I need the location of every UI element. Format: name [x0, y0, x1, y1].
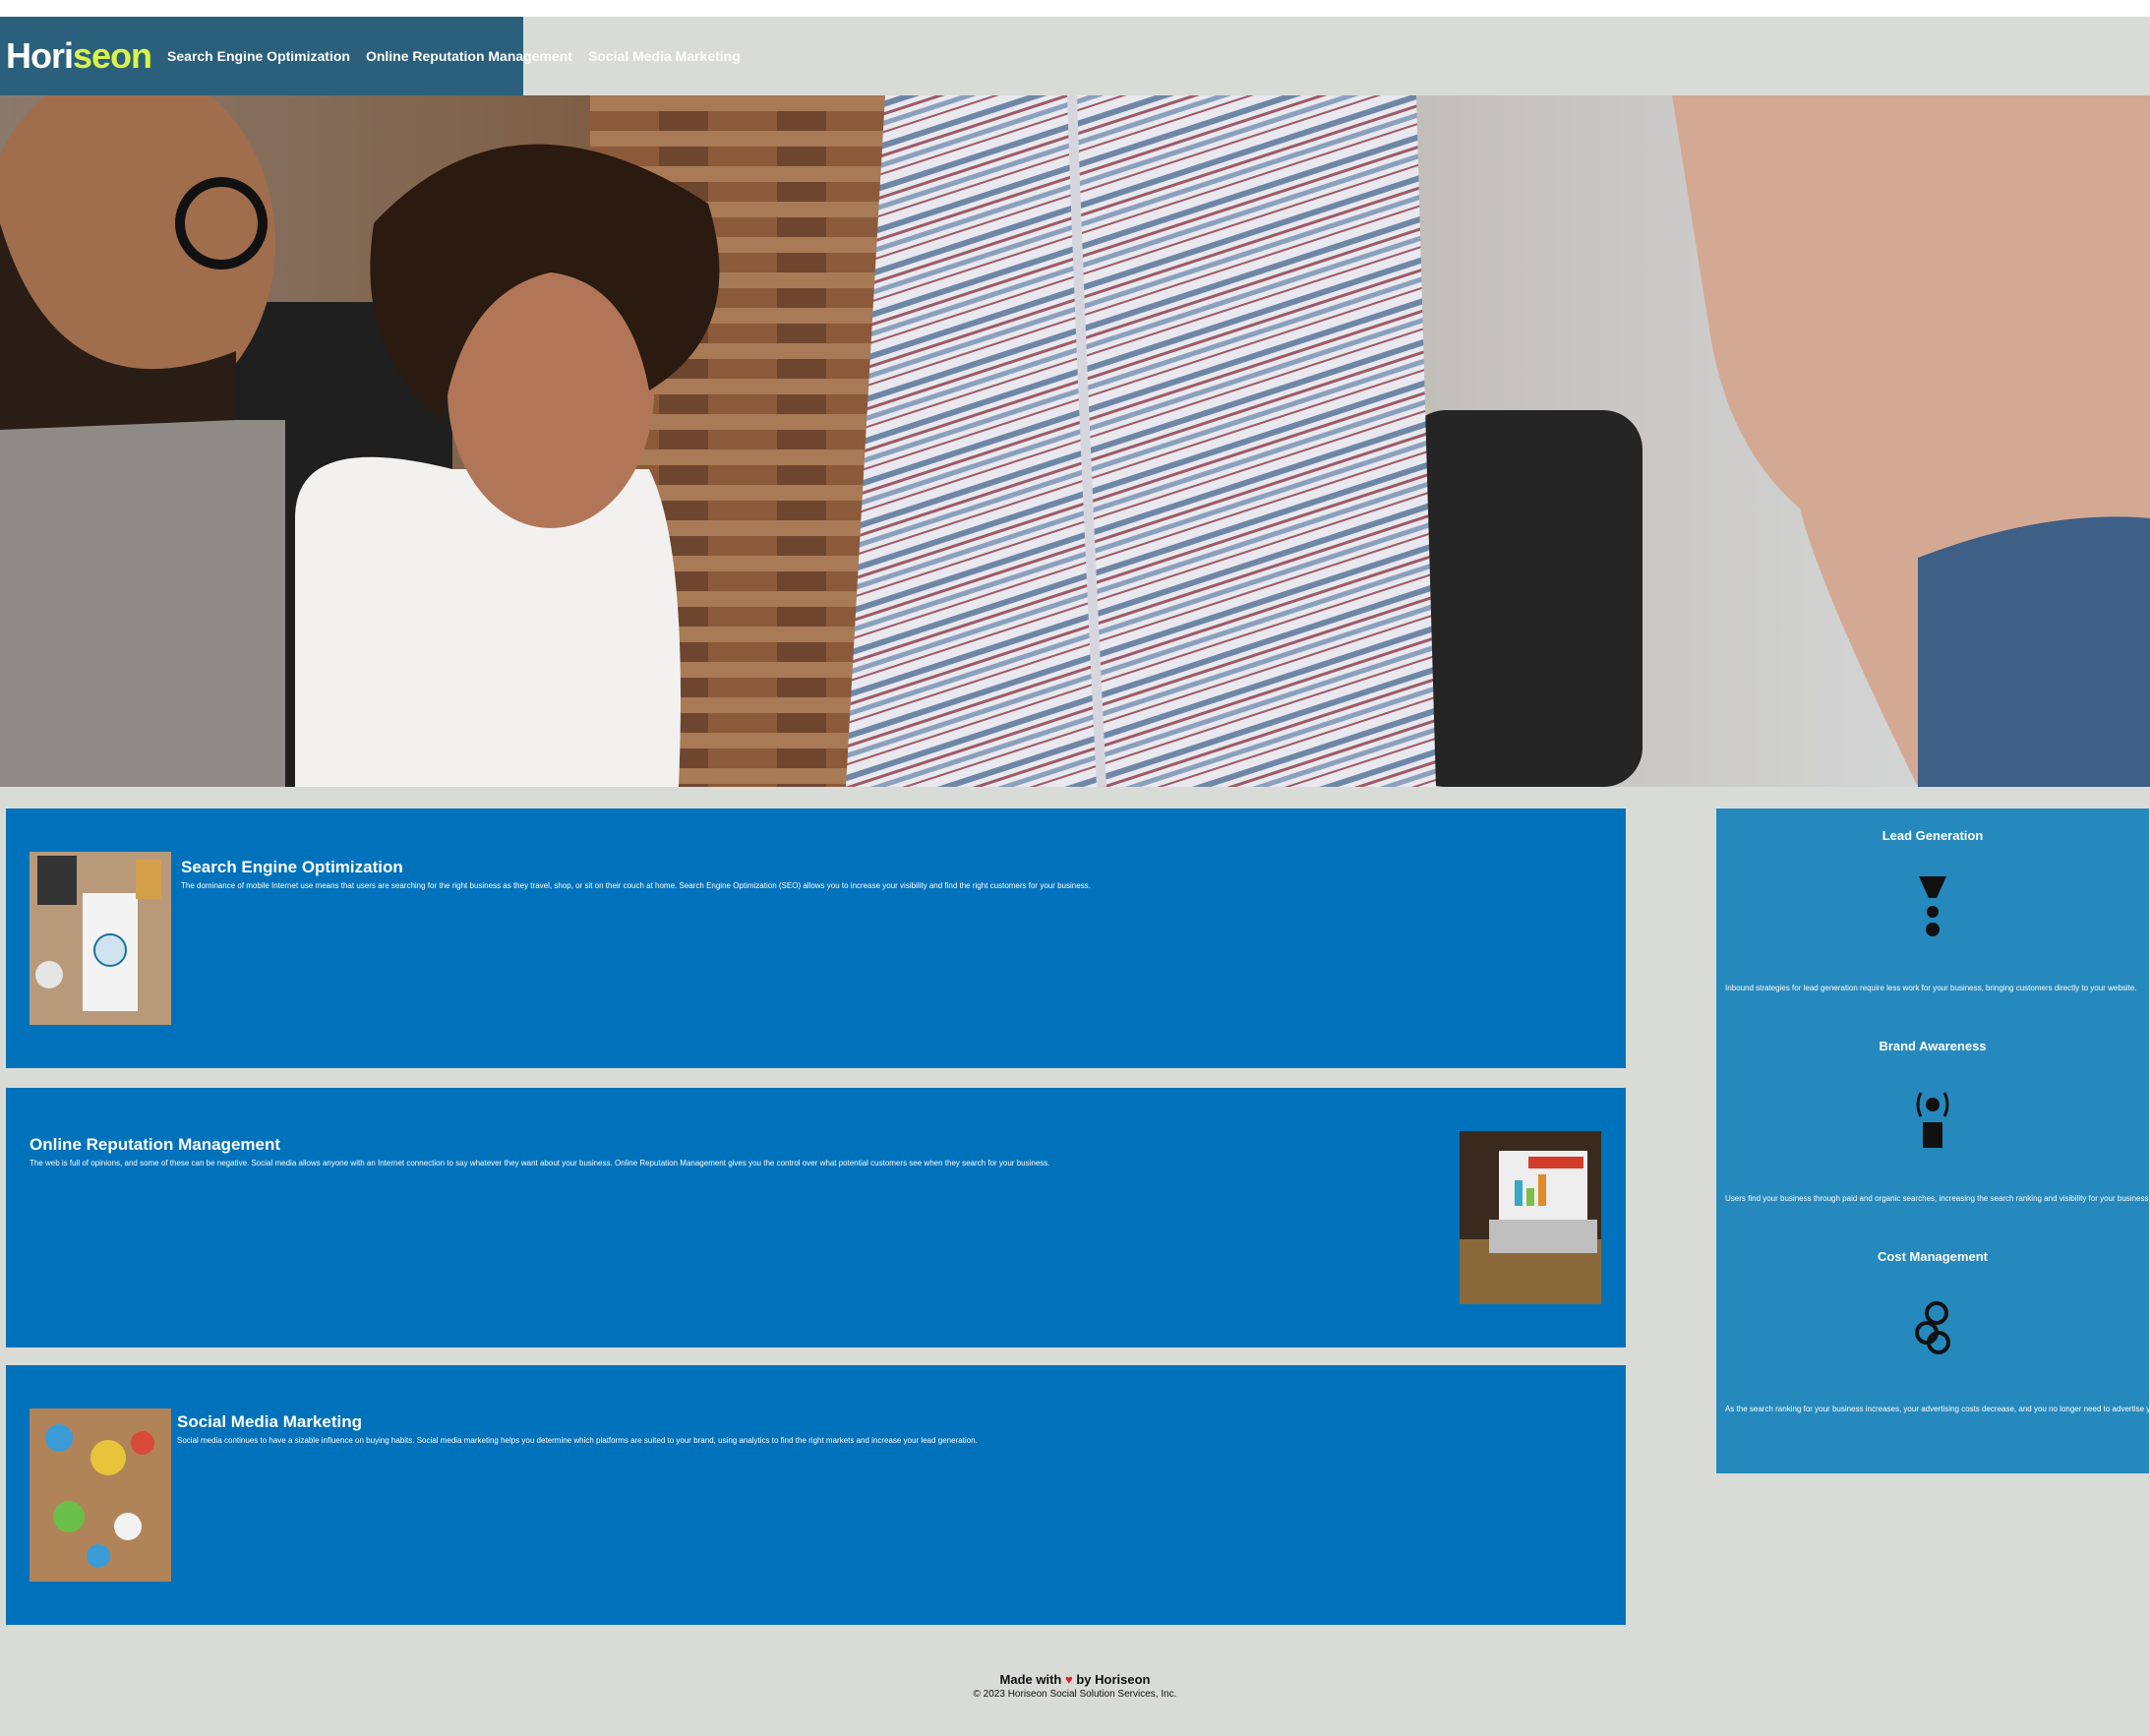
lead-generation-title: Lead Generation — [1881, 828, 1984, 843]
made-with-prefix: Made with — [999, 1672, 1062, 1687]
cost-management-icon — [1915, 1301, 1950, 1354]
seo-card: Search Engine Optimization The dominance… — [6, 808, 1626, 1068]
reputation-image — [1460, 1131, 1601, 1304]
made-with-suffix: by Horiseon — [1076, 1672, 1151, 1687]
benefits-sidebar: Lead Generation Inbound strategies for l… — [1716, 808, 2150, 1473]
seo-text: Search Engine Optimization The dominance… — [181, 858, 1607, 891]
seo-image — [30, 852, 171, 1025]
benefit-cost-management: Cost Management As the search ranking fo… — [1716, 1249, 2150, 1413]
lead-generation-icon — [1919, 876, 1946, 936]
benefit-brand-awareness: Brand Awareness Users find your business… — [1716, 1039, 2150, 1203]
logo-text-accent: seon — [73, 35, 152, 76]
nav-link-seo[interactable]: Search Engine Optimization — [167, 48, 350, 64]
logo-text-main: Hori — [6, 35, 74, 76]
social-media-title: Social Media Marketing — [177, 1412, 362, 1431]
reputation-title: Online Reputation Management — [30, 1135, 281, 1154]
seo-title: Search Engine Optimization — [181, 858, 403, 876]
social-media-card: Social Media Marketing Social media cont… — [6, 1365, 1626, 1625]
heart-icon: ♥ — [1065, 1672, 1073, 1687]
site-footer: Made with ♥ by Horiseon © 2023 Horiseon … — [0, 1672, 2150, 1700]
main-nav: Search Engine Optimization Online Reputa… — [167, 48, 741, 64]
cost-management-description: As the search ranking for your business … — [1725, 1405, 2150, 1413]
lead-generation-description: Inbound strategies for lead generation r… — [1725, 984, 2137, 992]
reputation-card: Online Reputation Management The web is … — [6, 1088, 1626, 1347]
top-strip — [0, 0, 2150, 17]
cost-management-title: Cost Management — [1878, 1249, 1988, 1264]
nav-link-reputation[interactable]: Online Reputation Management — [366, 48, 572, 64]
brand-awareness-description: Users find your business through paid an… — [1725, 1194, 2150, 1203]
brand-awareness-title: Brand Awareness — [1879, 1039, 1987, 1053]
reputation-text: Online Reputation Management The web is … — [30, 1135, 1456, 1168]
made-with-line: Made with ♥ by Horiseon — [0, 1672, 2150, 1687]
social-media-text: Social Media Marketing Social media cont… — [177, 1412, 1603, 1446]
nav-link-social-media[interactable]: Social Media Marketing — [588, 48, 741, 64]
social-media-description: Social media continues to have a sizable… — [177, 1436, 978, 1445]
reputation-description: The web is full of opinions, and some of… — [30, 1159, 1050, 1167]
seo-description: The dominance of mobile Internet use mea… — [181, 881, 1091, 890]
logo[interactable]: Horiseon — [6, 35, 152, 77]
hero-photo-illustration — [0, 95, 2150, 787]
benefit-lead-generation: Lead Generation Inbound strategies for l… — [1716, 828, 2149, 992]
brand-awareness-icon — [1916, 1092, 1949, 1148]
hero-image — [0, 95, 2150, 787]
copyright: © 2023 Horiseon Social Solution Services… — [973, 1689, 1177, 1700]
social-media-image — [30, 1408, 171, 1582]
site-header: Horiseon Search Engine Optimization Onli… — [0, 17, 741, 95]
